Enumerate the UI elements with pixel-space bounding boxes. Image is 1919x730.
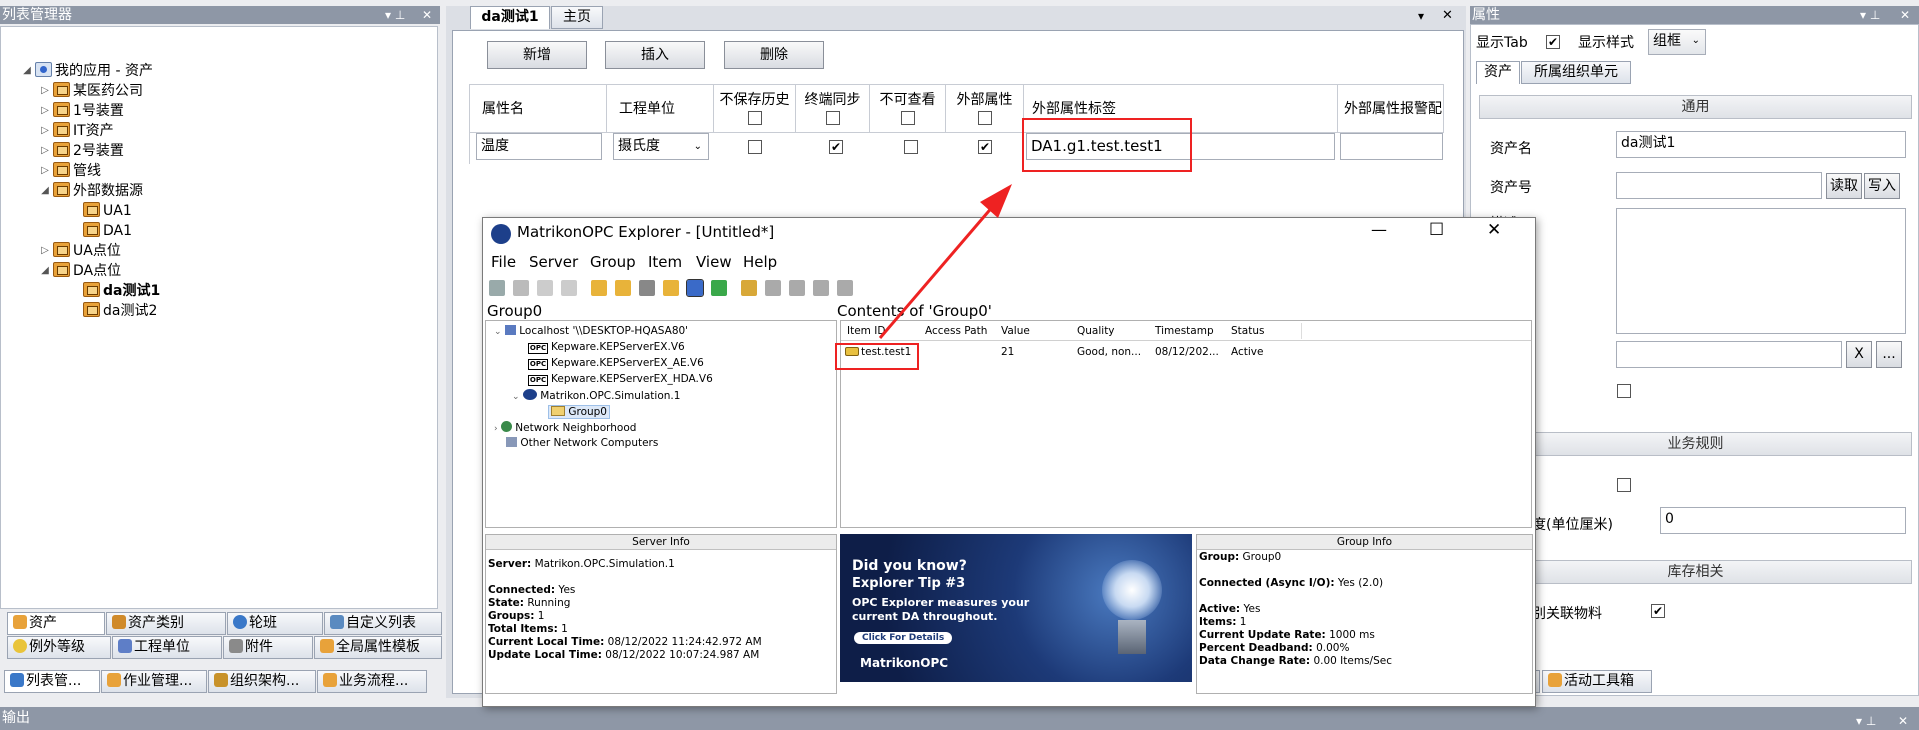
- annotation-arrow: [878, 184, 1012, 339]
- arrow-head: [980, 184, 1012, 218]
- arrow-shaft: [878, 204, 996, 339]
